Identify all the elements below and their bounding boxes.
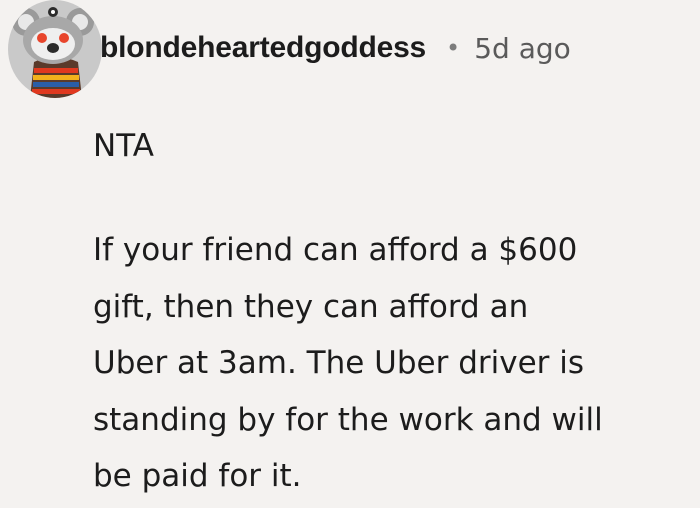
author-username[interactable]: blondeheartedgoddess [100, 31, 426, 65]
comment-meta: blondeheartedgoddess • 5d ago [100, 28, 571, 68]
user-avatar[interactable] [8, 0, 102, 98]
comment-verdict: NTA [93, 128, 154, 164]
koala-snoo-avatar-icon [8, 0, 102, 98]
comment-body-line: be paid for it. [93, 458, 302, 494]
comment: blondeheartedgoddess • 5d ago NTA If you… [0, 0, 700, 508]
meta-separator: • [446, 34, 461, 62]
comment-body-line: If your friend can afford a $600 [93, 232, 578, 268]
comment-body-line: Uber at 3am. The Uber driver is [93, 345, 585, 381]
comment-timestamp[interactable]: 5d ago [474, 32, 571, 65]
comment-body-line: gift, then they can afford an [93, 288, 529, 325]
comment-body-line: standing by for the work and will [93, 401, 603, 438]
comment-body: If your friend can afford a $600 gift, t… [93, 222, 693, 505]
